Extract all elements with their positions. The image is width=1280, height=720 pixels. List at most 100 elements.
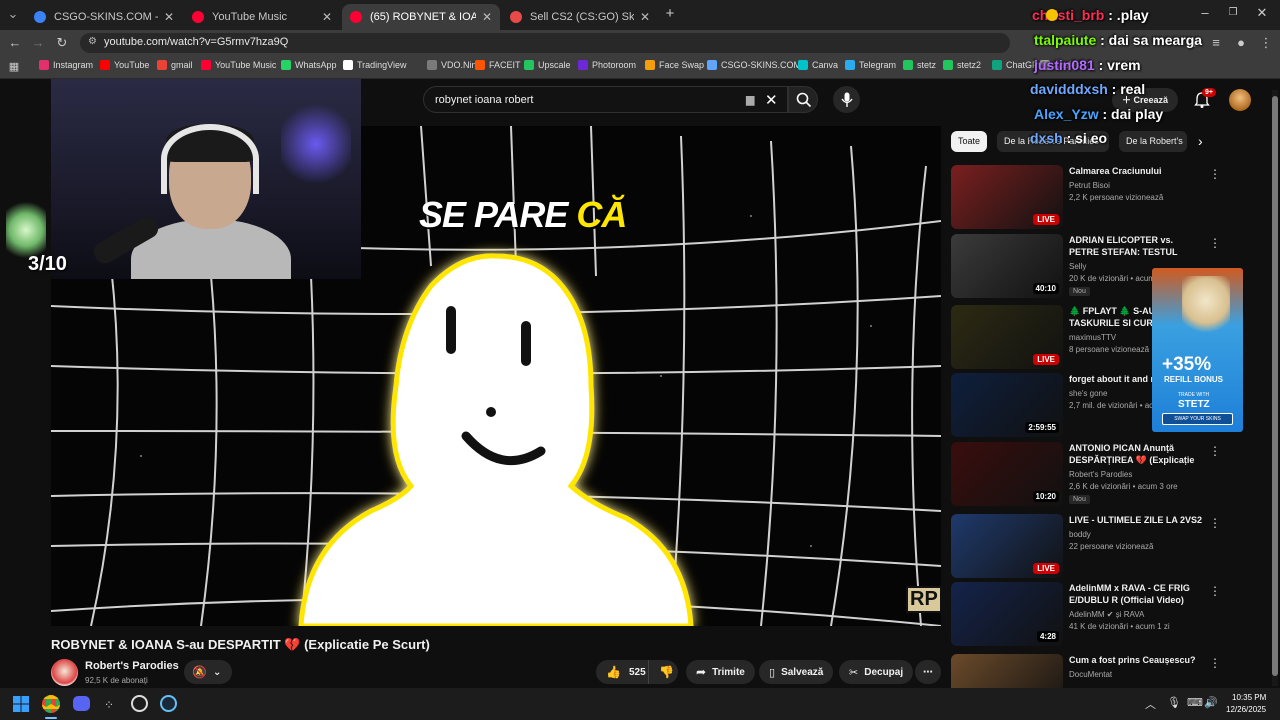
bookmark-item[interactable]: Upscale [524, 60, 571, 70]
recommendation-item[interactable]: 10:20 ANTONIO PICAN Anunță DESPĂRȚIREA 💔 … [951, 442, 1221, 508]
recommendation-channel[interactable]: AdelinMM ✔ și RAVA [1069, 610, 1144, 619]
discord-taskbar-icon[interactable] [73, 696, 90, 711]
bookmark-item[interactable]: gmail [157, 60, 193, 70]
minimize-icon[interactable]: – [1196, 4, 1214, 22]
recommendation-channel[interactable]: Selly [1069, 262, 1086, 271]
close-tab-icon[interactable]: ✕ [482, 10, 492, 24]
steam-taskbar-icon[interactable] [160, 695, 177, 712]
like-button[interactable]: 👍 525 [596, 660, 648, 684]
save-button[interactable]: ▯ Salvează [759, 660, 834, 684]
chevron-right-icon[interactable]: › [1198, 133, 1203, 149]
reading-list-icon[interactable]: ≡ [1207, 34, 1225, 52]
account-avatar[interactable] [1229, 89, 1251, 111]
bookmark-item[interactable]: stetz [903, 60, 936, 70]
tab-sell-skins[interactable]: Sell CS2 (CS:GO) Skins | Best CS ✕ [502, 4, 658, 30]
video-thumbnail[interactable]: 4:28 [951, 582, 1063, 646]
more-actions-button[interactable]: ⋯ [915, 660, 941, 684]
tray-chevron-icon[interactable]: ︿ [1145, 696, 1156, 712]
recommendation-channel[interactable]: she's gone [1069, 389, 1107, 398]
recommendation-title[interactable]: ADRIAN ELICOPTER vs. PETRE STEFAN: TESTU… [1069, 234, 1204, 258]
bookmark-item[interactable]: Photoroom [578, 60, 636, 70]
scrollbar-thumb[interactable] [1272, 96, 1278, 676]
clock-date[interactable]: 12/26/2025 [1226, 705, 1266, 714]
recommendation-item[interactable]: 4:28 AdelinMM x RAVA - CE FRIG E/DUBLU R … [951, 582, 1221, 648]
recommendation-channel[interactable]: maximusTTV [1069, 333, 1116, 342]
restore-icon[interactable]: ❐ [1224, 4, 1242, 22]
bookmark-item[interactable]: YouTube [100, 60, 149, 70]
share-button[interactable]: ➦ Trimite [686, 660, 755, 684]
volume-icon[interactable]: 🔊 [1204, 696, 1218, 709]
close-window-icon[interactable]: ✕ [1253, 4, 1271, 22]
recommendation-title[interactable]: ANTONIO PICAN Anunță DESPĂRȚIREA 💔 (Expl… [1069, 442, 1204, 466]
bookmark-item[interactable]: CSGO-SKINS.COM [707, 60, 801, 70]
bookmark-item[interactable]: ChatGP [992, 60, 1038, 70]
more-options-icon[interactable]: ⋮ [1209, 584, 1221, 598]
close-tab-icon[interactable]: ✕ [322, 10, 332, 24]
video-thumbnail[interactable]: 10:20 [951, 442, 1063, 506]
windows-start-icon[interactable] [13, 696, 29, 712]
keyboard-icon[interactable]: ▆ [746, 93, 754, 106]
chip-all[interactable]: Toate [951, 131, 988, 152]
tab-csgo-skins[interactable]: CSGO-SKINS.COM - The best C ✕ [26, 4, 182, 30]
video-thumbnail[interactable]: 40:10 [951, 234, 1063, 298]
tab-search-icon[interactable]: ⌄ [4, 5, 22, 23]
close-tab-icon[interactable]: ✕ [640, 10, 650, 24]
new-tab-icon[interactable]: + [661, 5, 679, 23]
more-options-icon[interactable]: ⋮ [1209, 656, 1221, 670]
tab-youtube-music[interactable]: YouTube Music ✕ [184, 4, 340, 30]
bookmark-item[interactable]: Instagram [39, 60, 93, 70]
more-options-icon[interactable]: ⋮ [1209, 516, 1221, 530]
obs-taskbar-icon[interactable] [131, 695, 148, 712]
bookmark-item[interactable]: Face Swap [645, 60, 704, 70]
clock-time[interactable]: 10:35 PM [1232, 693, 1266, 702]
recommendation-channel[interactable]: Petrut Bisoi [1069, 181, 1110, 190]
video-thumbnail[interactable]: 2:59:55 [951, 373, 1063, 437]
recommendation-title[interactable]: Calmarea Craciunului [1069, 165, 1204, 177]
address-bar[interactable]: ⚙ youtube.com/watch?v=G5rmv7hza9Q [80, 33, 1010, 53]
network-icon[interactable]: ⌨ [1187, 696, 1203, 709]
close-tab-icon[interactable]: ✕ [164, 10, 174, 24]
more-options-icon[interactable]: ⋮ [1209, 167, 1221, 181]
channel-name[interactable]: Robert's Parodies [85, 660, 179, 672]
recommendation-channel[interactable]: DocuMentat [1069, 670, 1112, 679]
recommendation-channel[interactable]: boddy [1069, 530, 1091, 539]
subscribed-button[interactable]: 🔕 ⌄ [184, 660, 232, 684]
recommendation-title[interactable]: Cum a fost prins Ceaușescu? [1069, 654, 1204, 666]
apps-grid-icon[interactable]: ▦ [5, 58, 23, 76]
chrome-taskbar-icon[interactable] [42, 695, 60, 713]
chip-from-channel-2[interactable]: De la Robert's [1119, 131, 1187, 152]
video-thumbnail[interactable]: LIVE [951, 305, 1063, 369]
forward-icon[interactable]: → [29, 34, 47, 52]
clear-search-icon[interactable]: ✕ [765, 91, 778, 109]
more-options-icon[interactable]: ⋮ [1209, 444, 1221, 458]
bookmark-item[interactable]: FACEIT [475, 60, 521, 70]
bookmark-item[interactable]: TradingView [343, 60, 407, 70]
tab-robynet-video[interactable]: (65) ROBYNET & IOANA S-au D ✕ [342, 4, 500, 30]
clip-button[interactable]: ✂ Decupaj [839, 660, 914, 684]
reload-icon[interactable]: ↻ [53, 34, 71, 52]
dislike-button[interactable]: 👎 [648, 660, 678, 684]
voice-search-button[interactable] [833, 86, 860, 113]
bookmark-item[interactable]: stetz2 [943, 60, 981, 70]
mic-tray-icon[interactable]: 🎙 [1167, 696, 1181, 709]
search-input[interactable]: robynet ioana robert ▆ ✕ [423, 86, 788, 113]
stetz-ad-banner[interactable]: +35% REFILL BONUS TRADE WITH STETZ SWAP … [1152, 268, 1243, 432]
back-icon[interactable]: ← [6, 34, 24, 52]
recommendation-item[interactable]: LIVE LIVE - ULTIMELE ZILE LA 2VS2 boddy 22 … [951, 514, 1221, 580]
profile-icon[interactable]: ● [1232, 34, 1250, 52]
more-options-icon[interactable]: ⋮ [1209, 236, 1221, 250]
recommendation-channel[interactable]: Robert's Parodies [1069, 470, 1132, 479]
chrome-menu-icon[interactable]: ⋮ [1257, 34, 1275, 52]
channel-avatar[interactable] [51, 659, 78, 686]
bookmark-item[interactable]: YouTube Music [201, 60, 276, 70]
site-info-icon[interactable]: ⚙ [88, 36, 97, 47]
task-view-icon[interactable]: ⁘ [104, 698, 114, 712]
bookmark-item[interactable]: Telegram [845, 60, 896, 70]
ad-swap-button[interactable]: SWAP YOUR SKINS [1162, 413, 1233, 425]
recommendation-title[interactable]: AdelinMM x RAVA - CE FRIG E/DUBLU R (Off… [1069, 582, 1204, 606]
video-thumbnail[interactable]: LIVE [951, 514, 1063, 578]
search-button[interactable] [788, 86, 818, 113]
recommendation-title[interactable]: LIVE - ULTIMELE ZILE LA 2VS2 [1069, 514, 1204, 526]
bookmark-item[interactable]: WhatsApp [281, 60, 337, 70]
bookmark-item[interactable]: Canva [798, 60, 838, 70]
